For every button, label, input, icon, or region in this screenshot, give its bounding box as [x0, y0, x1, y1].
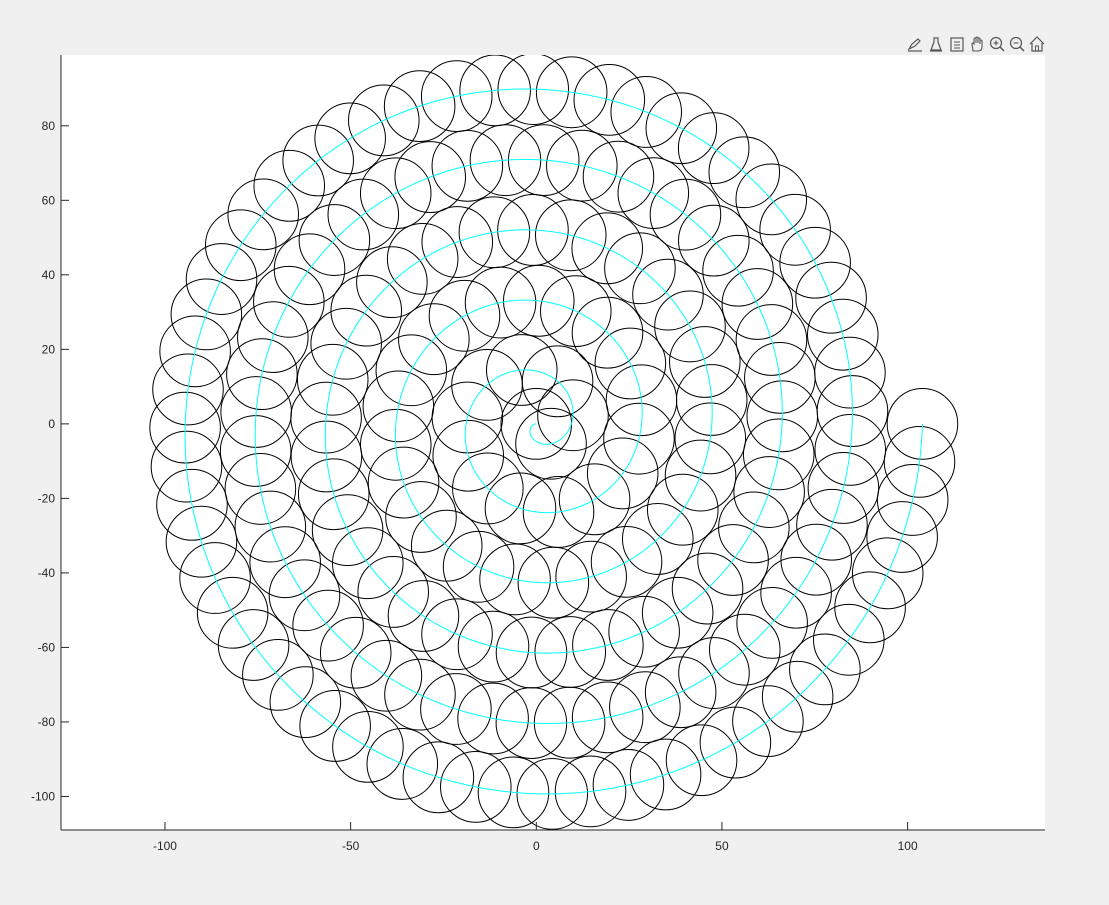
figure-window: -100 -50 0 50 100 -100 -80 -60 -40 -20 0 20 40 60 80 [0, 0, 1109, 905]
x-tick-label: 100 [898, 839, 918, 853]
y-tick-label: 80 [42, 119, 56, 133]
plot-canvas: -100 -50 0 50 100 -100 -80 -60 -40 -20 0 20 40 60 80 [31, 35, 1046, 853]
data-tip-icon[interactable] [927, 35, 945, 53]
legend-icon[interactable] [948, 35, 966, 53]
home-icon[interactable] [1028, 35, 1046, 53]
x-tick-label: 50 [715, 839, 729, 853]
y-tick-label: 40 [42, 268, 56, 282]
x-tick-label: -100 [153, 839, 177, 853]
y-tick-label: -100 [31, 789, 55, 803]
y-tick-label: -60 [38, 640, 56, 654]
y-tick-label: -80 [38, 715, 56, 729]
y-tick-label: -40 [38, 566, 56, 580]
x-tick-label: 0 [533, 839, 540, 853]
axes-toolbar [906, 35, 1046, 53]
y-tick-label: 20 [42, 342, 56, 356]
pan-hand-icon[interactable] [968, 35, 986, 53]
zoom-out-icon[interactable] [1008, 35, 1026, 53]
y-tick-label: -20 [38, 491, 56, 505]
brush-edit-icon[interactable] [906, 35, 924, 53]
y-tick-label: 60 [42, 193, 56, 207]
axes-background[interactable] [61, 55, 1045, 830]
x-tick-label: -50 [342, 839, 360, 853]
zoom-in-icon[interactable] [988, 35, 1006, 53]
y-tick-label: 0 [48, 417, 55, 431]
